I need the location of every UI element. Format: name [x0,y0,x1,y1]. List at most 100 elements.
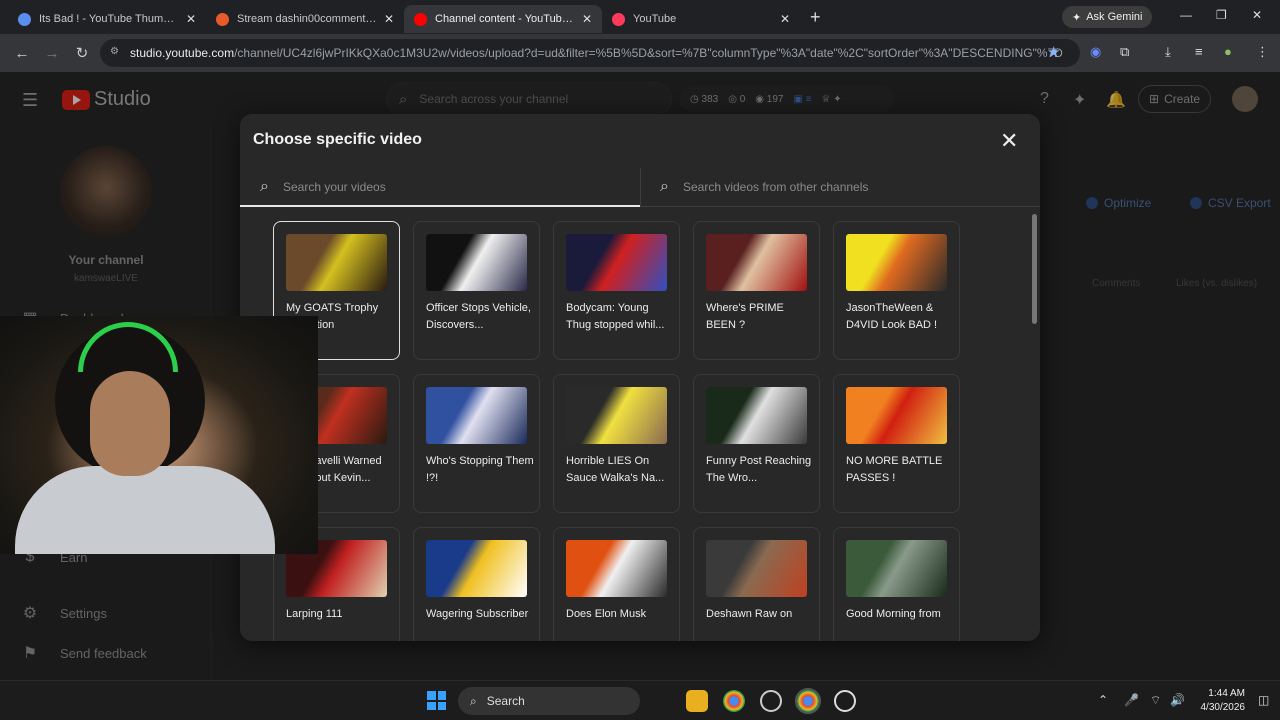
chrome-active-icon[interactable] [795,688,821,714]
taskbar-clock[interactable]: 1:44 AM 4/30/2026 [1197,687,1246,715]
taskbar-search-label: Search [486,694,525,708]
taskbar-search[interactable]: ⌕ Search [458,687,640,715]
video-card[interactable]: NO MORE BATTLE PASSES ! [833,374,960,513]
tab-favicon-icon [216,12,229,26]
tab-favicon-icon [612,12,625,26]
media-icon[interactable]: ≡ [1195,44,1203,59]
obs-icon[interactable] [760,690,782,712]
search-icon: ⌕ [260,178,269,195]
video-grid: My GOATS Trophy CollectionOfficer Stops … [273,221,973,641]
new-tab-button[interactable]: + [810,7,821,28]
video-thumbnail [566,387,667,444]
tab-title: Its Bad ! - YouTube Thumbnail [39,13,180,25]
video-card[interactable]: Who's Stopping Them !?! [413,374,540,513]
url-host: studio.youtube.com [130,46,235,60]
video-thumbnail [706,387,807,444]
tab-close-icon[interactable]: ✕ [384,12,394,26]
minimize-icon[interactable]: — [1180,8,1192,22]
volume-icon[interactable]: 🔊 [1170,693,1185,707]
video-thumbnail [566,540,667,597]
puzzle-icon[interactable]: ⧉ [1120,44,1129,60]
chevron-up-icon[interactable]: ⌃ [1098,693,1108,707]
dialog-scrollbar[interactable] [1032,214,1037,324]
video-card[interactable]: Funny Post Reaching The Wro... [693,374,820,513]
video-title: Officer Stops Vehicle, Discovers... [426,302,531,331]
video-card[interactable]: Wagering Subscriber [413,527,540,641]
file-explorer-icon[interactable] [686,690,708,712]
video-title: Does Elon Musk [566,608,647,620]
tab-favicon-icon [414,12,427,26]
tab-close-icon[interactable]: ✕ [780,12,790,26]
search-your-videos-input[interactable]: ⌕ Search your videos [260,168,630,206]
video-card[interactable]: Where's PRIME BEEN ? [693,221,820,360]
tab-close-icon[interactable]: ✕ [582,12,592,26]
video-title: Who's Stopping Them !?! [426,455,534,484]
search-other-channels-input[interactable]: ⌕ Search videos from other channels [660,168,1030,206]
search-icon: ⌕ [660,178,669,195]
back-icon[interactable]: ← [14,45,30,62]
video-title: Larping 111 [286,608,343,620]
extension-icon[interactable]: ◉ [1090,44,1101,60]
video-card[interactable]: Officer Stops Vehicle, Discovers... [413,221,540,360]
choose-video-dialog: Choose specific video ✕ ⌕ Search your vid… [240,114,1040,641]
sparkle-icon: ✦ [1072,11,1082,24]
video-title: Deshawn Raw on [706,608,793,620]
chrome-icon[interactable] [723,690,745,712]
video-thumbnail [286,234,387,291]
url-path: /channel/UC4zl6jwPrIKkQXa0c1M3U2w/videos… [234,46,1063,60]
video-title: Funny Post Reaching The Wro... [706,455,812,484]
forward-icon[interactable]: → [44,45,60,62]
browser-tab[interactable]: YouTube ✕ [602,5,800,33]
media-player-icon[interactable] [834,690,856,712]
video-card[interactable]: Good Morning from [833,527,960,641]
webcam-overlay [0,316,318,554]
ask-gemini-button[interactable]: ✦ Ask Gemini [1062,6,1153,28]
notification-bell-icon[interactable]: ◫ [1258,693,1269,707]
site-info-icon[interactable]: ⚙ [110,46,119,57]
search-your-videos-placeholder: Search your videos [282,180,386,194]
tab-title: YouTube [633,13,677,25]
tab-favicon-icon [18,12,31,26]
browser-tab[interactable]: Stream dashin00commentt|files ✕ [206,5,404,33]
search-other-channels-placeholder: Search videos from other channels [682,180,869,194]
microphone-icon[interactable]: 🎤 [1124,693,1139,707]
video-card[interactable]: Deshawn Raw on [693,527,820,641]
webcam-shirt [15,466,275,554]
profile-icon[interactable]: ● [1224,44,1232,59]
reload-icon[interactable]: ↻ [74,44,90,62]
video-title: NO MORE BATTLE PASSES ! [846,455,943,484]
restore-icon[interactable]: ❐ [1216,8,1227,22]
browser-tab[interactable]: Channel content - YouTube Studio ✕ [404,5,602,33]
tab-title: Stream dashin00commentt|files [237,13,378,25]
address-bar-row: ← → ↻ ⚙ studio.youtube.com/channel/UC4zl… [0,34,1280,72]
video-card[interactable]: Does Elon Musk [553,527,680,641]
video-title: Good Morning from [846,608,941,620]
video-thumbnail [566,234,667,291]
video-title: Horrible LIES On Sauce Walka's Na... [566,455,665,484]
video-thumbnail [426,540,527,597]
ask-gemini-label: Ask Gemini [1086,11,1143,23]
close-icon[interactable]: ✕ [1000,128,1018,154]
tab-title: Channel content - YouTube Studio [435,13,576,25]
tab-close-icon[interactable]: ✕ [186,12,196,26]
search-divider [640,168,641,206]
video-thumbnail [706,234,807,291]
video-card[interactable]: Bodycam: Young Thug stopped whil... [553,221,680,360]
close-window-icon[interactable]: ✕ [1252,8,1262,22]
menu-dots-icon[interactable]: ⋮ [1256,44,1269,60]
url-field[interactable]: ⚙ studio.youtube.com/channel/UC4zl6jwPrI… [100,39,1080,67]
video-title: Wagering Subscriber [426,608,529,620]
video-card[interactable]: JasonTheWeen & D4VID Look BAD ! [833,221,960,360]
video-thumbnail [706,540,807,597]
bookmark-star-icon[interactable]: ★ [1047,43,1060,61]
wifi-icon[interactable]: ⌔ [1150,693,1161,708]
browser-tab[interactable]: Its Bad ! - YouTube Thumbnail ✕ [8,5,206,33]
headphones-icon [78,322,178,372]
windows-start-icon[interactable] [427,691,446,710]
windows-taskbar: ⌕ Search ⌃ 🎤 ⌔ 🔊 1:44 AM 4/30/2026 ◫ [0,680,1280,720]
video-card[interactable]: Horrible LIES On Sauce Walka's Na... [553,374,680,513]
search-active-underline [240,205,640,207]
video-title: JasonTheWeen & D4VID Look BAD ! [846,302,938,331]
download-icon[interactable]: ⤓ [1165,44,1171,60]
video-thumbnail [426,234,527,291]
